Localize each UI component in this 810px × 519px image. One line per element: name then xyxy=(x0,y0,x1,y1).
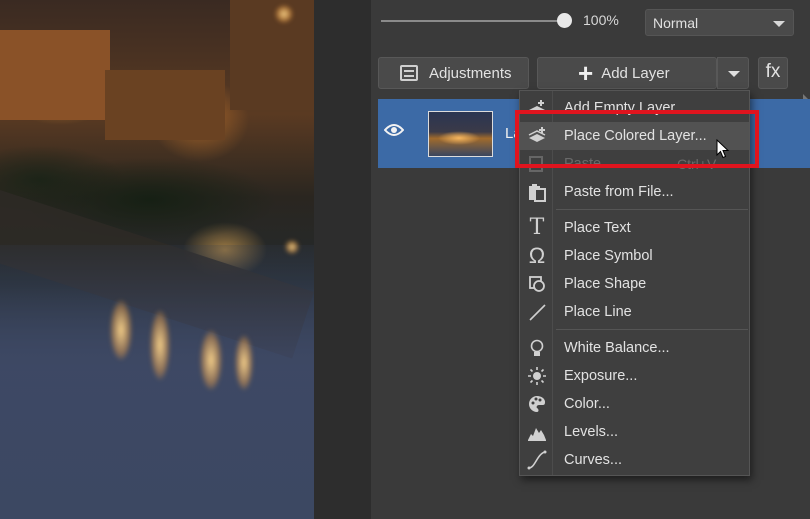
text-icon: T xyxy=(529,215,545,240)
menu-separator xyxy=(556,209,748,210)
fx-button[interactable]: fx xyxy=(758,57,788,89)
menu-item-label: Place Shape xyxy=(564,276,647,292)
eye-icon[interactable] xyxy=(384,123,404,137)
opacity-slider-track[interactable] xyxy=(381,20,565,22)
menu-item-curves[interactable]: Curves... xyxy=(520,446,749,474)
menu-item-place-line[interactable]: Place Line xyxy=(520,298,749,326)
omega-icon: Ω xyxy=(528,243,546,268)
line-icon xyxy=(529,304,546,321)
photo-river xyxy=(0,245,314,519)
paste-file-icon xyxy=(529,184,546,202)
menu-item-paste-from-file[interactable]: Paste from File... xyxy=(520,178,749,206)
add-layer-label: Add Layer xyxy=(601,64,670,82)
photo-light-reflection xyxy=(110,300,132,360)
opacity-value: 100% xyxy=(583,12,619,28)
menu-item-label: Place Text xyxy=(564,220,631,236)
blend-mode-select[interactable]: Normal xyxy=(645,9,794,36)
opacity-slider-handle[interactable] xyxy=(557,13,572,28)
photo-canvas[interactable] xyxy=(0,0,314,519)
blend-mode-value: Normal xyxy=(653,15,699,31)
photo-light-reflection xyxy=(150,310,170,380)
photo-light-reflection xyxy=(235,335,253,390)
menu-item-label: Place Symbol xyxy=(564,248,653,264)
photo-light-reflection xyxy=(200,330,222,390)
palette-icon xyxy=(529,396,545,412)
menu-item-label: Color... xyxy=(564,396,610,412)
menu-item-white-balance[interactable]: White Balance... xyxy=(520,334,749,362)
menu-item-exposure[interactable]: Exposure... xyxy=(520,362,749,390)
photo-building xyxy=(230,0,314,110)
add-layer-dropdown-button[interactable] xyxy=(717,57,749,89)
menu-item-place-symbol[interactable]: Ω Place Symbol xyxy=(520,242,749,270)
adjustments-button[interactable]: Adjustments xyxy=(378,57,529,89)
plus-icon: + xyxy=(578,58,594,88)
menu-item-place-text[interactable]: T Place Text xyxy=(520,214,749,242)
menu-item-levels[interactable]: Levels... xyxy=(520,418,749,446)
menu-item-label: Place Line xyxy=(564,304,632,320)
menu-item-label: White Balance... xyxy=(564,340,670,356)
shape-icon xyxy=(529,276,545,292)
menu-item-label: Levels... xyxy=(564,424,618,440)
curve-icon xyxy=(527,450,547,470)
layer-thumbnail xyxy=(428,111,493,157)
histogram-icon xyxy=(528,428,546,441)
add-layer-button[interactable]: + Add Layer xyxy=(537,57,717,89)
adjustments-label: Adjustments xyxy=(429,64,512,82)
lightbulb-icon xyxy=(530,339,544,356)
chevron-down-icon xyxy=(773,21,785,27)
adjustments-icon xyxy=(400,65,418,81)
photo-light-reflection xyxy=(285,240,299,254)
menu-item-label: Curves... xyxy=(564,452,623,468)
fx-label: fx xyxy=(765,61,781,82)
photo-building xyxy=(105,70,225,140)
menu-item-place-shape[interactable]: Place Shape xyxy=(520,270,749,298)
menu-item-label: Paste from File... xyxy=(564,184,674,200)
mouse-cursor-icon xyxy=(716,139,730,159)
menu-item-label: Exposure... xyxy=(564,368,638,384)
photo-light-reflection xyxy=(275,5,293,23)
menu-item-color[interactable]: Color... xyxy=(520,390,749,418)
canvas-gutter xyxy=(314,0,371,519)
photo-building xyxy=(0,30,110,120)
menu-separator xyxy=(556,329,748,330)
sun-icon xyxy=(528,367,546,385)
